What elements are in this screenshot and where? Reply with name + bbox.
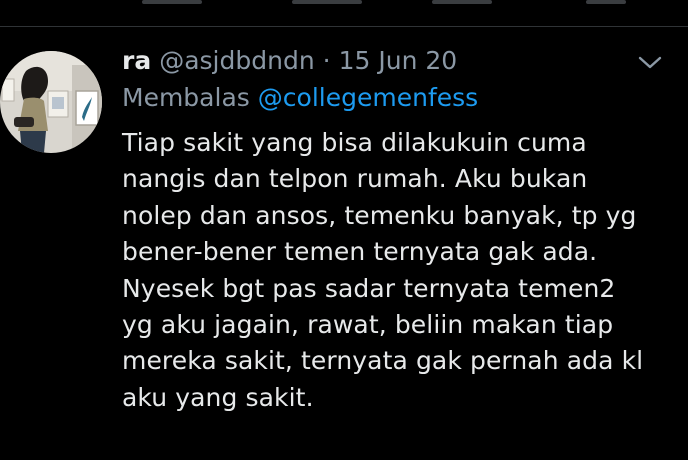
previous-tweet-remnant: [0, 0, 688, 26]
user-handle[interactable]: @asjdbdndn: [159, 45, 314, 77]
tweet-text: Tiap sakit yang bisa dilakukuin cuma nan…: [122, 128, 644, 412]
tweet-content: ra @asjdbdndn · 15 Jun 20 Membalas @colle…: [122, 45, 662, 416]
reply-context: Membalas @collegemenfess: [122, 81, 662, 115]
tweet-header: ra @asjdbdndn · 15 Jun 20: [122, 45, 662, 77]
tweet-date[interactable]: 15 Jun 20: [339, 45, 458, 77]
previous-tweet-fragment: [142, 0, 202, 4]
previous-tweet-fragment: [432, 0, 492, 4]
profile-avatar[interactable]: [0, 51, 102, 153]
previous-tweet-fragment: [586, 0, 626, 4]
avatar-image: [0, 51, 102, 153]
previous-tweet-fragment: [292, 0, 362, 4]
display-name[interactable]: ra: [122, 45, 151, 77]
reply-to-handle[interactable]: @collegemenfess: [258, 83, 478, 112]
tweet-card[interactable]: ra @asjdbdndn · 15 Jun 20 Membalas @colle…: [0, 27, 688, 460]
reply-label: Membalas: [122, 83, 250, 112]
separator-dot: ·: [322, 46, 331, 75]
chevron-down-icon: [638, 56, 662, 69]
more-options-button[interactable]: [636, 52, 664, 74]
